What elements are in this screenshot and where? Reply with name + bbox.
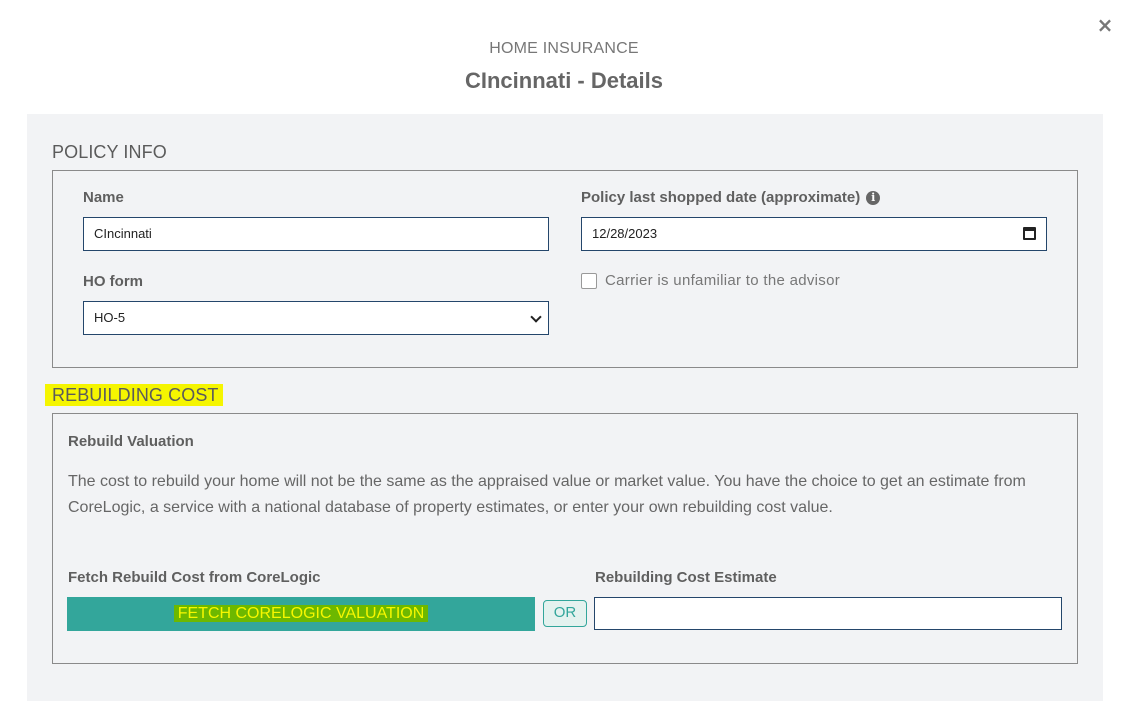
rebuild-valuation-title: Rebuild Valuation [68, 433, 194, 450]
rebuilding-cost-heading: REBUILDING COST [46, 385, 222, 406]
rebuilding-cost-box: Rebuild Valuation The cost to rebuild yo… [52, 413, 1078, 664]
modal-title: CIncinnati - Details [464, 68, 664, 93]
date-label-wrap: Policy last shopped date (approximate) i [581, 189, 881, 206]
ho-form-select[interactable]: HO-5 [83, 301, 549, 335]
details-panel: POLICY INFO Name CIncinnati Policy last … [27, 114, 1103, 701]
policy-info-heading: POLICY INFO [52, 142, 167, 162]
modal-kicker: HOME INSURANCE [489, 40, 639, 57]
close-icon[interactable]: × [1096, 14, 1114, 36]
fetch-corelogic-button[interactable]: FETCH CORELOGIC VALUATION [67, 597, 535, 631]
date-label: Policy last shopped date (approximate) [581, 189, 861, 206]
policy-info-box: Name CIncinnati Policy last shopped date… [52, 170, 1078, 368]
carrier-unfamiliar-label[interactable]: Carrier is unfamiliar to the advisor [605, 272, 840, 289]
rebuilding-cost-heading-text: REBUILDING COST [46, 385, 222, 405]
chevron-down-icon [530, 311, 542, 323]
info-icon[interactable]: i [866, 191, 881, 205]
fetch-corelogic-button-label: FETCH CORELOGIC VALUATION [173, 605, 429, 622]
date-value: 12/28/2023 [592, 226, 658, 241]
date-input[interactable]: 12/28/2023 [581, 217, 1047, 251]
calendar-icon[interactable] [1023, 227, 1036, 240]
ho-form-value: HO-5 [94, 310, 126, 325]
fetch-corelogic-label: Fetch Rebuild Cost from CoreLogic [68, 569, 321, 586]
rebuild-description: The cost to rebuild your home will not b… [68, 469, 1068, 521]
rebuilding-cost-estimate-label: Rebuilding Cost Estimate [595, 569, 777, 586]
rebuild-description-line2: CoreLogic, a service with a national dat… [68, 499, 833, 516]
or-badge: OR [543, 600, 587, 627]
carrier-unfamiliar-checkbox[interactable] [581, 273, 597, 289]
name-input[interactable]: CIncinnati [83, 217, 549, 251]
rebuild-description-line1: The cost to rebuild your home will not b… [68, 473, 1026, 490]
name-label: Name [83, 189, 124, 206]
rebuilding-cost-estimate-input[interactable] [594, 597, 1062, 630]
ho-form-label: HO form [83, 273, 143, 290]
